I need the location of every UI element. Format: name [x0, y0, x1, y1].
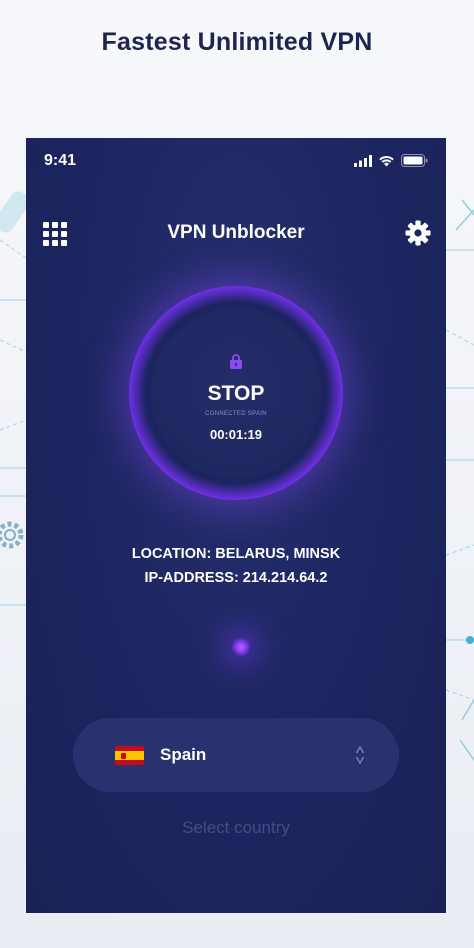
select-country-caption[interactable]: Select country: [26, 818, 446, 838]
location-text: LOCATION: BELARUS, MINSK: [131, 546, 341, 562]
status-icons: [354, 154, 428, 167]
connection-timer: 00:01:19: [209, 427, 263, 442]
selected-country-name: Spain: [160, 745, 207, 764]
wifi-icon: [379, 155, 394, 166]
country-selector[interactable]: Spain: [73, 718, 399, 792]
gear-icon[interactable]: [405, 220, 431, 246]
lock-icon: [230, 354, 242, 369]
app-title: VPN Unblocker: [167, 222, 305, 243]
stop-label: STOP: [207, 382, 265, 405]
glow-indicator: [231, 637, 251, 657]
battery-icon: [401, 154, 428, 167]
connect-toggle-button[interactable]: STOP CONNECTED SPAIN 00:01:19: [129, 286, 343, 500]
signal-icon: [354, 154, 372, 167]
status-time: 9:41: [44, 152, 77, 169]
connection-status-text: CONNECTED SPAIN: [205, 411, 267, 417]
spain-flag-icon: [115, 746, 144, 765]
ip-address-text: IP-ADDRESS: 214.214.64.2: [144, 570, 328, 586]
marketing-headline: Fastest Unlimited VPN: [101, 28, 373, 56]
phone-screen: 9:41 VPN Unblocker STOP CONNECTED SPAIN …: [26, 138, 446, 913]
up-down-chevron-icon: [355, 745, 365, 765]
